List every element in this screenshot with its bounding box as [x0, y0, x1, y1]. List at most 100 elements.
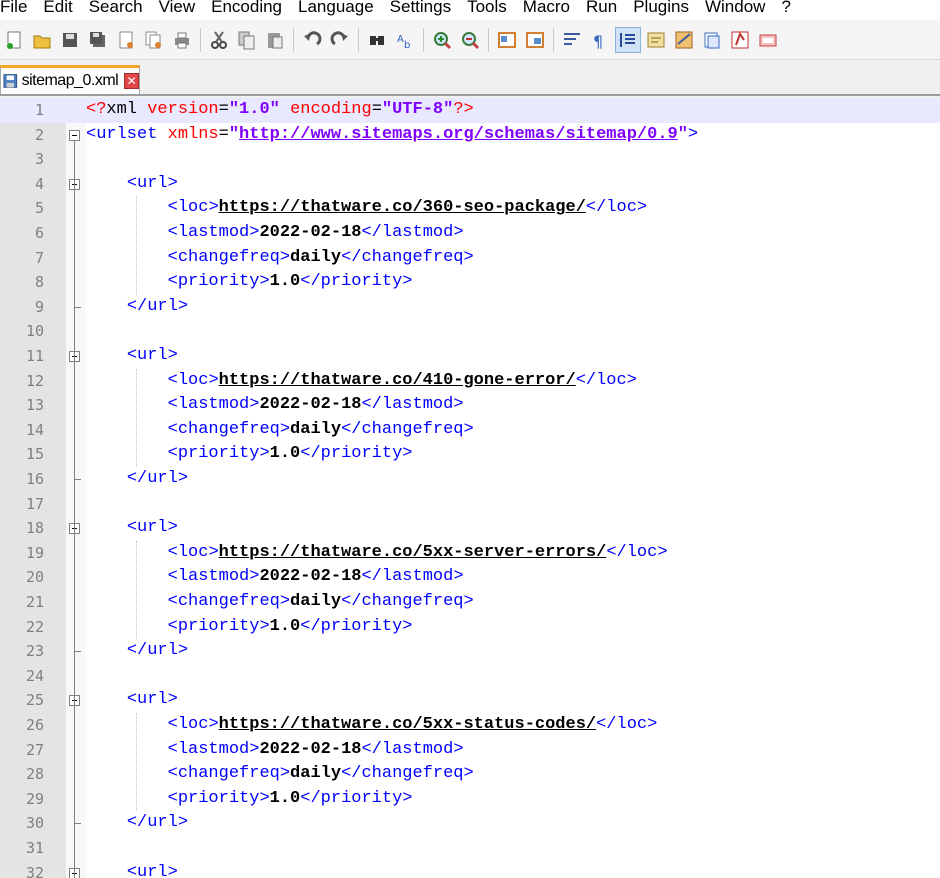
- menu-window[interactable]: Window: [697, 0, 773, 17]
- paste-icon: [268, 32, 283, 48]
- code-line[interactable]: 2 <urlset xmlns="http://www.sitemaps.org/…: [0, 123, 940, 148]
- code-line[interactable]: 14 <changefreq>daily</changefreq>: [0, 418, 940, 443]
- code-line[interactable]: 20 <lastmod>2022-02-18</lastmod>: [0, 565, 940, 590]
- undo-button[interactable]: [299, 27, 325, 53]
- code-line[interactable]: 3: [0, 147, 940, 172]
- toolbar-separator: [358, 27, 359, 52]
- menu-settings[interactable]: Settings: [382, 0, 459, 17]
- code-line[interactable]: 1 <?xml version="1.0" encoding="UTF-8"?>: [0, 98, 940, 123]
- menu-language[interactable]: Language: [290, 0, 382, 17]
- redo-button[interactable]: [327, 27, 353, 53]
- word-wrap-icon: [564, 32, 580, 45]
- code-line[interactable]: 5 <loc>https://thatware.co/360-seo-packa…: [0, 196, 940, 221]
- code-line[interactable]: 21 <changefreq>daily</changefreq>: [0, 590, 940, 615]
- code-line[interactable]: 19 <loc>https://thatware.co/5xx-server-e…: [0, 541, 940, 566]
- code-line[interactable]: 18 <url>: [0, 516, 940, 541]
- code-line[interactable]: 6 <lastmod>2022-02-18</lastmod>: [0, 221, 940, 246]
- print-button[interactable]: [169, 27, 195, 53]
- line-number: 8: [34, 273, 44, 292]
- fold-line: [74, 140, 75, 878]
- sync-vertical-button[interactable]: [494, 27, 520, 53]
- menu-view[interactable]: View: [151, 0, 204, 17]
- editor[interactable]: 1 <?xml version="1.0" encoding="UTF-8"?> 2…: [0, 98, 940, 878]
- folder-workspace-button[interactable]: [727, 27, 753, 53]
- cut-button[interactable]: [206, 27, 232, 53]
- code-line[interactable]: 10: [0, 319, 940, 344]
- copy-button[interactable]: [234, 27, 260, 53]
- line-number: 9: [34, 297, 44, 316]
- code-text: <changefreq>daily</changefreq>: [167, 419, 474, 439]
- paste-button[interactable]: [262, 27, 288, 53]
- code-line[interactable]: 31: [0, 836, 940, 861]
- code-text: <loc>https://thatware.co/5xx-server-erro…: [167, 542, 668, 562]
- menu-file[interactable]: File: [0, 0, 35, 17]
- toolbar: Ab ¶: [0, 20, 940, 60]
- folder-workspace-icon: [731, 31, 749, 48]
- code-line[interactable]: 9 </url>: [0, 295, 940, 320]
- open-file-button[interactable]: [29, 27, 55, 53]
- print-icon: [175, 32, 189, 48]
- code-line[interactable]: 24: [0, 664, 940, 689]
- code-line[interactable]: 29 <priority>1.0</priority>: [0, 787, 940, 812]
- menu-bar: File Edit Search View Encoding Language Settin…: [0, 0, 940, 20]
- doc-map-button[interactable]: [671, 27, 697, 53]
- code-line[interactable]: 13 <lastmod>2022-02-18</lastmod>: [0, 393, 940, 418]
- sync-horizontal-icon: [526, 31, 544, 48]
- line-number: 4: [34, 174, 44, 193]
- code-line[interactable]: 25 <url>: [0, 688, 940, 713]
- menu-tools[interactable]: Tools: [459, 0, 515, 17]
- zoom-in-button[interactable]: [429, 27, 455, 53]
- save-all-button[interactable]: [85, 27, 111, 53]
- close-all-button[interactable]: [141, 27, 167, 53]
- code-line[interactable]: 4 <url>: [0, 172, 940, 197]
- indent-guide-button[interactable]: [615, 26, 641, 53]
- code-line[interactable]: 16 </url>: [0, 467, 940, 492]
- indent-guide: [136, 540, 137, 640]
- menu-search[interactable]: Search: [81, 0, 151, 17]
- zoom-out-button[interactable]: [457, 27, 483, 53]
- line-number: 16: [25, 470, 44, 488]
- close-tab-icon[interactable]: ✕: [124, 73, 139, 89]
- menu-macro[interactable]: Macro: [515, 0, 578, 17]
- code-text: </url>: [126, 813, 189, 833]
- code-line[interactable]: 11 <url>: [0, 344, 940, 369]
- sync-vertical-icon: [498, 31, 516, 48]
- menu-help[interactable]: ?: [773, 0, 798, 17]
- code-text: <url>: [126, 862, 178, 878]
- code-line[interactable]: 17: [0, 492, 940, 517]
- menu-plugins[interactable]: Plugins: [625, 0, 697, 17]
- tab-sitemap[interactable]: sitemap_0.xml ✕: [0, 65, 140, 94]
- new-file-button[interactable]: [1, 27, 27, 53]
- code-line[interactable]: 32 <url>: [0, 861, 940, 878]
- code-text: <priority>1.0</priority>: [167, 788, 413, 808]
- replace-button[interactable]: Ab: [392, 27, 418, 53]
- function-list-button[interactable]: [699, 27, 725, 53]
- code-line[interactable]: 12 <loc>https://thatware.co/410-gone-err…: [0, 369, 940, 394]
- close-icon: [119, 31, 133, 48]
- monitoring-button[interactable]: [755, 27, 781, 53]
- code-line[interactable]: 22 <priority>1.0</priority>: [0, 615, 940, 640]
- function-list-icon: [704, 32, 720, 48]
- code-line[interactable]: 26 <loc>https://thatware.co/5xx-status-c…: [0, 713, 940, 738]
- toolbar-separator: [293, 27, 294, 52]
- code-line[interactable]: 28 <changefreq>daily</changefreq>: [0, 762, 940, 787]
- code-line[interactable]: 27 <lastmod>2022-02-18</lastmod>: [0, 738, 940, 763]
- code-text: <lastmod>2022-02-18</lastmod>: [167, 223, 464, 242]
- sync-horizontal-button[interactable]: [522, 27, 548, 53]
- code-line[interactable]: 15 <priority>1.0</priority>: [0, 442, 940, 467]
- close-button[interactable]: [113, 27, 139, 53]
- code-line[interactable]: 7 <changefreq>daily</changefreq>: [0, 246, 940, 271]
- word-wrap-button[interactable]: [559, 27, 585, 53]
- show-all-chars-button[interactable]: ¶: [587, 27, 613, 53]
- udl-button[interactable]: [643, 27, 669, 53]
- menu-encoding[interactable]: Encoding: [203, 0, 290, 17]
- fold-collapse-icon[interactable]: [69, 129, 80, 141]
- code-line[interactable]: 30 </url>: [0, 811, 940, 836]
- menu-edit[interactable]: Edit: [35, 0, 80, 17]
- cut-icon: [211, 30, 227, 49]
- menu-run[interactable]: Run: [578, 0, 625, 17]
- save-button[interactable]: [57, 27, 83, 53]
- code-line[interactable]: 8 <priority>1.0</priority>: [0, 270, 940, 295]
- code-line[interactable]: 23 </url>: [0, 639, 940, 664]
- find-button[interactable]: [364, 27, 390, 53]
